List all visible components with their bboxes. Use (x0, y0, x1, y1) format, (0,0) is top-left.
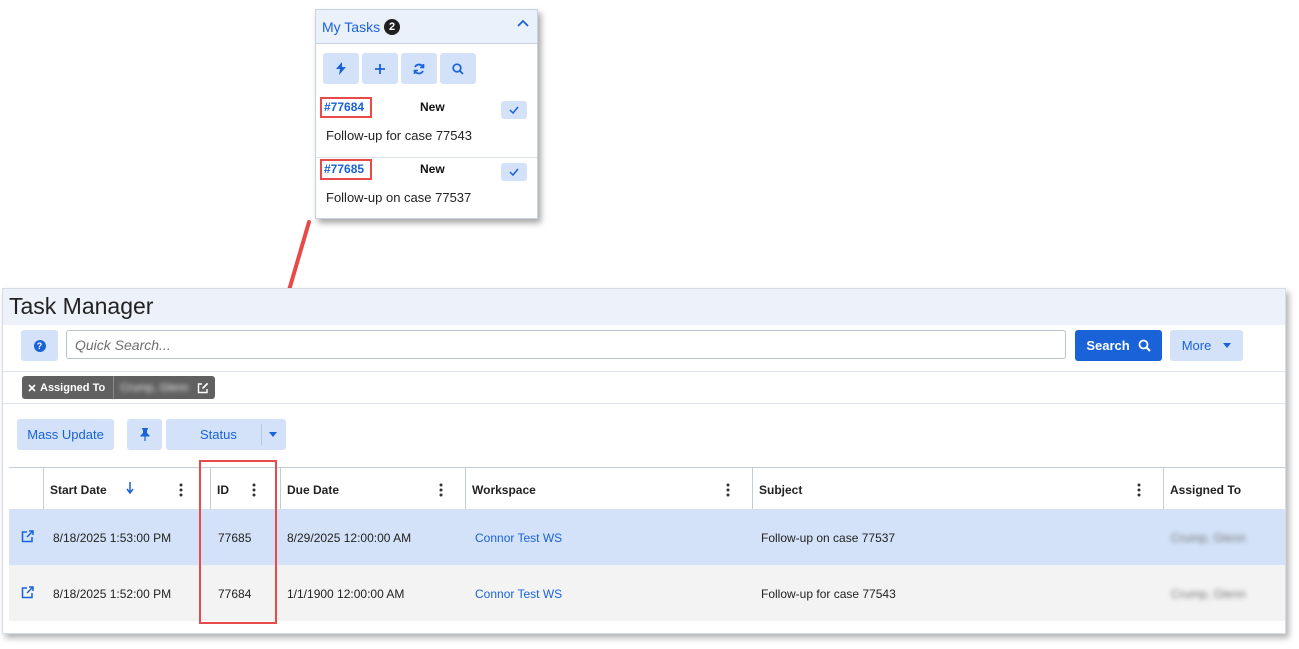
caret-down-icon[interactable] (269, 432, 277, 437)
column-header-due-date[interactable]: Due Date (280, 468, 465, 509)
my-task-item[interactable]: #77684 New Follow-up for case 77543 (316, 96, 537, 158)
caret-down-icon (1223, 343, 1232, 348)
close-icon (28, 383, 36, 392)
refresh-icon (413, 63, 425, 75)
subject-cell: Follow-up for case 77543 (761, 587, 896, 601)
page-title: Task Manager (9, 293, 154, 319)
task-id-link[interactable]: #77684 (320, 97, 372, 118)
column-menu-icon[interactable] (439, 483, 443, 497)
task-id-link[interactable]: #77685 (320, 159, 372, 180)
mass-update-button[interactable]: Mass Update (17, 419, 114, 450)
plus-icon (374, 63, 386, 75)
search-icon (1138, 339, 1151, 352)
task-subject: Follow-up for case 77543 (326, 128, 472, 143)
status-button-label: Status (200, 427, 237, 442)
complete-task-button[interactable] (501, 101, 527, 119)
split-divider (261, 424, 262, 445)
chevron-up-icon[interactable] (517, 19, 529, 27)
search-button-label: Search (1086, 338, 1130, 353)
open-external-icon[interactable] (21, 530, 34, 543)
workspace-link[interactable]: Connor Test WS (475, 531, 562, 545)
open-external-icon[interactable] (21, 586, 34, 599)
id-column-highlight (199, 460, 277, 624)
quick-search-input[interactable] (66, 330, 1066, 359)
task-status: New (420, 100, 445, 114)
due-date-cell: 8/29/2025 12:00:00 AM (287, 531, 412, 545)
my-tasks-header[interactable]: My Tasks 2 (316, 10, 537, 44)
column-menu-icon[interactable] (179, 483, 183, 497)
divider (3, 403, 1285, 404)
more-button-label: More (1181, 338, 1212, 353)
my-tasks-toolbar (316, 44, 537, 86)
add-task-button[interactable] (362, 53, 398, 84)
filter-chip: Assigned To Crump, Glenn (22, 376, 215, 399)
bolt-icon (336, 62, 346, 75)
question-icon: ? (33, 339, 46, 352)
check-icon (509, 106, 519, 114)
filter-chip-label: Assigned To (40, 381, 106, 394)
start-date-cell: 8/18/2025 1:52:00 PM (53, 587, 172, 601)
search-icon (452, 62, 464, 75)
subject-cell: Follow-up on case 77537 (761, 531, 896, 545)
search-tasks-button[interactable] (440, 53, 476, 84)
pin-button[interactable] (127, 419, 162, 450)
task-subject: Follow-up on case 77537 (326, 190, 472, 205)
column-menu-icon[interactable] (1137, 483, 1141, 497)
divider (3, 371, 1285, 372)
column-header-assigned-to[interactable]: Assigned To (1163, 468, 1285, 509)
column-header-actions (9, 468, 43, 509)
my-task-item[interactable]: #77685 New Follow-up on case 77537 (316, 158, 537, 219)
quick-action-button[interactable] (323, 53, 359, 84)
search-button[interactable]: Search (1075, 330, 1162, 361)
task-manager-header (3, 289, 1285, 325)
column-menu-icon[interactable] (726, 483, 730, 497)
help-button[interactable]: ? (21, 330, 58, 361)
column-header-subject[interactable]: Subject (752, 468, 1163, 509)
task-status: New (420, 162, 445, 176)
column-header-workspace[interactable]: Workspace (465, 468, 752, 509)
edit-icon (197, 382, 209, 394)
workspace-link[interactable]: Connor Test WS (475, 587, 562, 601)
due-date-cell: 1/1/1900 12:00:00 AM (287, 587, 405, 601)
filter-chip-value: Crump, Glenn (120, 381, 189, 394)
column-header-start-date[interactable]: Start Date (43, 468, 210, 509)
assigned-to-cell: Crump, Glenn (1171, 531, 1246, 545)
my-tasks-count-badge: 2 (384, 18, 401, 35)
complete-task-button[interactable] (501, 163, 527, 181)
status-dropdown-button[interactable]: Status (166, 419, 286, 450)
pin-icon (140, 428, 150, 441)
assigned-to-cell: Crump, Glenn (1171, 587, 1246, 601)
my-tasks-panel: My Tasks 2 #77684 New Follow-up for case… (315, 9, 538, 219)
task-manager-panel: Task Manager ? Search More Assigned To C… (2, 288, 1286, 634)
refresh-button[interactable] (401, 53, 437, 84)
check-icon (509, 168, 519, 176)
sort-down-arrow-icon[interactable] (126, 482, 134, 494)
more-button[interactable]: More (1170, 330, 1243, 361)
start-date-cell: 8/18/2025 1:53:00 PM (53, 531, 172, 545)
remove-filter-button[interactable]: Assigned To (22, 376, 115, 399)
my-tasks-title[interactable]: My Tasks (322, 19, 380, 35)
edit-filter-button[interactable]: Crump, Glenn (114, 376, 215, 399)
